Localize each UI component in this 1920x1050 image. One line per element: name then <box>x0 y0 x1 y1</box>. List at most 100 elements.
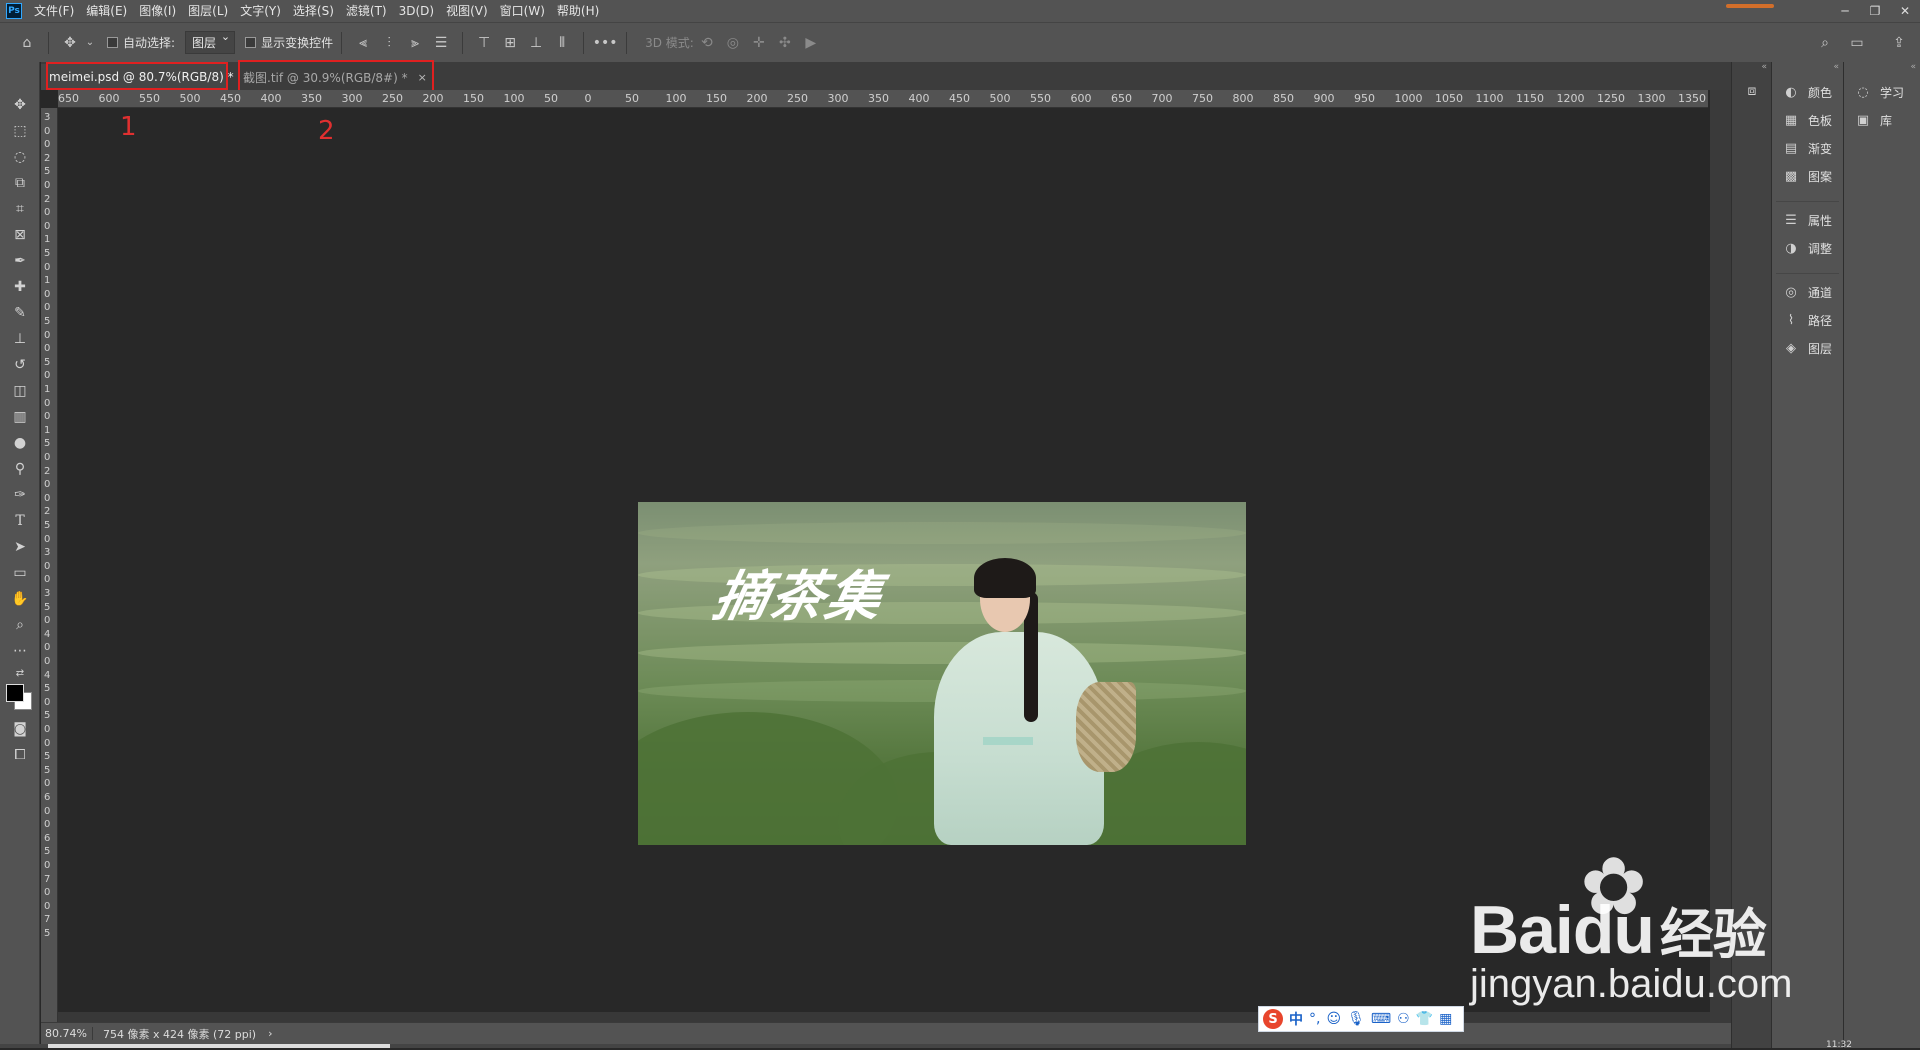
panel-patterns[interactable]: ▩ 图案 <box>1772 162 1843 190</box>
align-bottom-icon[interactable]: ⊥ <box>525 32 547 54</box>
panel-channels[interactable]: ◎ 通道 <box>1772 278 1843 306</box>
eraser-tool-icon[interactable]: ◫ <box>0 378 40 404</box>
share-icon[interactable]: ⇪ <box>1888 32 1910 54</box>
panel-color[interactable]: ◐ 颜色 <box>1772 78 1843 106</box>
status-menu-arrow[interactable]: › <box>256 1027 272 1040</box>
distribute-horizontal-icon[interactable]: ☰ <box>430 32 452 54</box>
chevron-down-icon[interactable]: ⌄ <box>85 32 95 54</box>
foreground-color-swatch[interactable] <box>6 684 24 702</box>
ruler-tick: 3 <box>44 547 51 559</box>
workspace-icon[interactable]: ▭ <box>1846 32 1868 54</box>
menu-image[interactable]: 图像(I) <box>133 0 182 22</box>
punctuation-icon[interactable]: °, <box>1309 1011 1320 1027</box>
restore-button[interactable]: ❐ <box>1860 0 1890 22</box>
object-select-tool-icon[interactable]: ⧉ <box>0 170 40 196</box>
zoom-tool-icon[interactable]: ⌕ <box>0 612 40 638</box>
hand-tool-icon[interactable]: ✋ <box>0 586 40 612</box>
brush-tool-icon[interactable]: ✎ <box>0 300 40 326</box>
panel-paths[interactable]: ⌇ 路径 <box>1772 306 1843 334</box>
swap-colors-icon[interactable]: ⇄ <box>0 664 40 682</box>
menu-view[interactable]: 视图(V) <box>440 0 494 22</box>
ime-mode-toggle[interactable]: 中 <box>1289 1009 1303 1029</box>
home-icon[interactable]: ⌂ <box>16 32 38 54</box>
rectangle-tool-icon[interactable]: ▭ <box>0 560 40 586</box>
minimize-button[interactable]: ─ <box>1830 0 1860 22</box>
panel-gradients[interactable]: ▤ 渐变 <box>1772 134 1843 162</box>
collapse-icon[interactable]: « <box>1732 62 1771 78</box>
path-select-tool-icon[interactable]: ➤ <box>0 534 40 560</box>
auto-select-checkbox[interactable] <box>107 37 118 48</box>
history-panel-icon[interactable]: ⧈ <box>1732 78 1772 104</box>
collapse-icon[interactable]: « <box>1844 62 1920 78</box>
align-top-icon[interactable]: ⊤ <box>473 32 495 54</box>
align-center-icon[interactable]: ⫶ <box>378 32 400 54</box>
blur-tool-icon[interactable]: ● <box>0 430 40 456</box>
3d-slide-icon[interactable]: ✣ <box>774 32 796 54</box>
crop-tool-icon[interactable]: ⌗ <box>0 196 40 222</box>
color-swatches[interactable] <box>0 682 39 716</box>
menu-bar: Ps 文件(F) 编辑(E) 图像(I) 图层(L) 文字(Y) 选择(S) 滤… <box>0 0 1920 22</box>
sogou-logo-icon[interactable]: S <box>1263 1009 1283 1029</box>
skin-icon[interactable]: 👕 <box>1416 1011 1433 1027</box>
align-left-icon[interactable]: ⫷ <box>352 32 374 54</box>
3d-roll-icon[interactable]: ◎ <box>722 32 744 54</box>
menu-edit[interactable]: 编辑(E) <box>80 0 133 22</box>
screen-mode-icon[interactable]: ⧠ <box>0 742 40 768</box>
more-tools-icon[interactable]: ⋯ <box>0 638 40 664</box>
menu-help[interactable]: 帮助(H) <box>551 0 605 22</box>
show-transform-checkbox[interactable] <box>245 37 257 48</box>
align-middle-icon[interactable]: ⊞ <box>499 32 521 54</box>
distribute-vertical-icon[interactable]: ⦀ <box>551 32 573 54</box>
eyedropper-tool-icon[interactable]: ✒ <box>0 248 40 274</box>
menu-layer[interactable]: 图层(L) <box>182 0 234 22</box>
layer-select-dropdown[interactable]: 图层 <box>185 30 236 54</box>
show-transform-option[interactable]: 显示变换控件 <box>245 34 333 51</box>
stamp-tool-icon[interactable]: ⊥ <box>0 326 40 352</box>
healing-brush-tool-icon[interactable]: ✚ <box>0 274 40 300</box>
ruler-tick: 0 <box>44 343 51 355</box>
ruler-tick: 900 <box>1313 92 1335 105</box>
pen-tool-icon[interactable]: ✑ <box>0 482 40 508</box>
panel-layers[interactable]: ◈ 图层 <box>1772 334 1843 362</box>
menu-type[interactable]: 文字(Y) <box>234 0 287 22</box>
auto-select-option[interactable]: 自动选择: <box>107 34 175 51</box>
microphone-icon[interactable]: 🎙 <box>1347 1011 1365 1027</box>
menu-window[interactable]: 窗口(W) <box>494 0 551 22</box>
type-tool-icon[interactable]: T <box>0 508 40 534</box>
menu-filter[interactable]: 滤镜(T) <box>340 0 393 22</box>
more-options-icon[interactable]: ••• <box>593 32 618 54</box>
panel-adjustments[interactable]: ◑ 调整 <box>1772 234 1843 262</box>
align-right-icon[interactable]: ⫸ <box>404 32 426 54</box>
3d-camera-icon[interactable]: ▶ <box>800 32 822 54</box>
menu-3d[interactable]: 3D(D) <box>393 0 440 22</box>
menu-select[interactable]: 选择(S) <box>287 0 340 22</box>
document-image[interactable]: 摘茶集 <box>638 502 1246 845</box>
panel-learn[interactable]: ◌ 学习 <box>1844 78 1920 106</box>
canvas-area[interactable]: 1 2 摘茶集 <box>58 108 1710 1022</box>
marquee-tool-icon[interactable]: ⬚ <box>0 118 40 144</box>
toolbox-icon[interactable]: ▦ <box>1439 1011 1452 1027</box>
ruler-tick: 700 <box>1151 92 1173 105</box>
panel-swatches[interactable]: ▦ 色板 <box>1772 106 1843 134</box>
search-icon[interactable]: ⌕ <box>1814 32 1836 54</box>
history-brush-tool-icon[interactable]: ↺ <box>0 352 40 378</box>
gradient-tool-icon[interactable]: ▥ <box>0 404 40 430</box>
collapse-icon[interactable]: « <box>1772 62 1843 78</box>
dodge-tool-icon[interactable]: ⚲ <box>0 456 40 482</box>
menu-file[interactable]: 文件(F) <box>28 0 80 22</box>
frame-tool-icon[interactable]: ⊠ <box>0 222 40 248</box>
user-icon[interactable]: ⚇ <box>1397 1011 1410 1027</box>
3d-rotate-icon[interactable]: ⟲ <box>696 32 718 54</box>
zoom-level[interactable]: 80.74% <box>41 1027 93 1040</box>
lasso-tool-icon[interactable]: ◌ <box>0 144 40 170</box>
move-tool-icon[interactable]: ✥ <box>0 92 40 118</box>
panel-libraries[interactable]: ▣ 库 <box>1844 106 1920 134</box>
3d-pan-icon[interactable]: ✛ <box>748 32 770 54</box>
quick-mask-icon[interactable]: ◙ <box>0 716 40 742</box>
emoji-icon[interactable]: ☺ <box>1326 1011 1341 1027</box>
close-window-button[interactable]: ✕ <box>1890 0 1920 22</box>
panel-properties[interactable]: ☰ 属性 <box>1772 206 1843 234</box>
panel-label: 路径 <box>1808 313 1833 328</box>
move-tool-icon[interactable]: ✥ <box>59 32 81 54</box>
keyboard-icon[interactable]: ⌨ <box>1371 1011 1391 1027</box>
